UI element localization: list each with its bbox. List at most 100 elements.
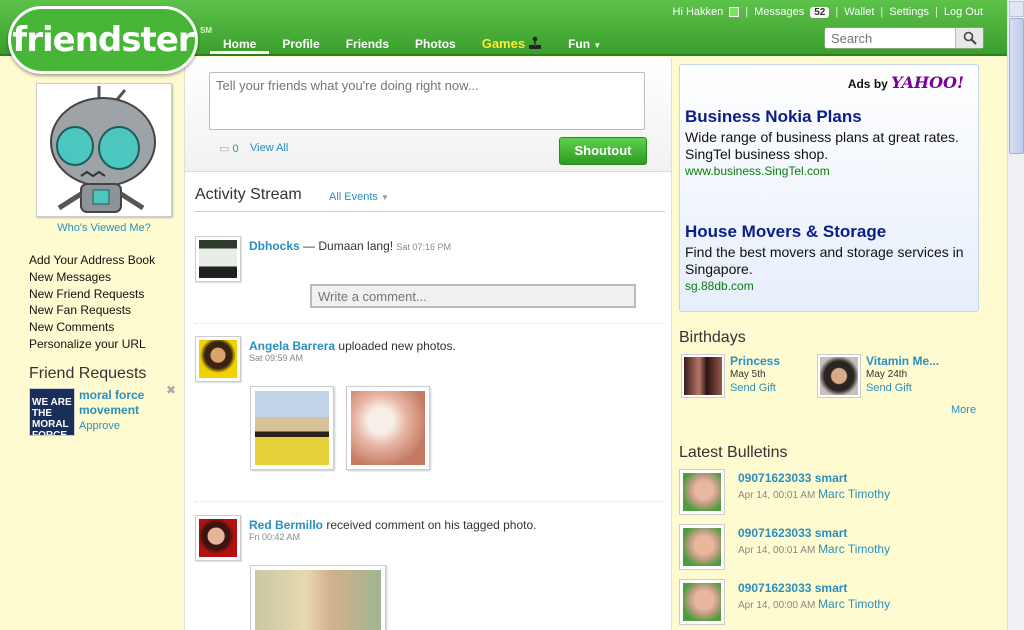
search-button[interactable]	[955, 28, 983, 48]
logo-service-mark: SM	[200, 26, 212, 35]
bulletin-title-link[interactable]: 09071623033 smart	[738, 471, 847, 485]
activity-stream-title: Activity Stream	[195, 186, 302, 203]
ad-description: Find the best movers and storage service…	[685, 244, 964, 277]
logout-link[interactable]: Log Out	[944, 6, 983, 18]
messages-link[interactable]: Messages	[754, 6, 804, 18]
menu-add-address-book[interactable]: Add Your Address Book	[29, 252, 155, 269]
shoutout-button[interactable]: Shoutout	[559, 137, 647, 165]
friendster-logo[interactable]: friendster	[8, 6, 198, 74]
nav-fun[interactable]: Fun ▼	[555, 36, 614, 54]
bulletin-meta: Apr 14, 00:01 AM Marc Timothy	[738, 542, 890, 556]
friend-request-name[interactable]: moral force movement	[79, 388, 159, 418]
bulletin-date: Apr 14, 00:00 AM	[738, 600, 816, 611]
main-nav: Home Profile Friends Photos Games Fun ▼	[210, 36, 614, 54]
ad-title[interactable]: House Movers & Storage	[685, 222, 886, 242]
divider	[195, 323, 665, 324]
menu-new-fan-requests[interactable]: New Fan Requests	[29, 302, 155, 319]
bulletin-item: 09071623033 smart Apr 14, 00:01 AM Marc …	[679, 524, 979, 572]
close-icon[interactable]: ✖	[166, 383, 176, 397]
greeting[interactable]: Hi Hakken	[673, 6, 724, 18]
birthday-date: May 24th	[866, 369, 908, 380]
activity-photo[interactable]	[346, 386, 430, 470]
right-sidebar: Ads by YAHOO! Business Nokia Plans Wide …	[673, 58, 984, 630]
send-gift-link[interactable]: Send Gift	[730, 382, 776, 394]
bulletin-date: Apr 14, 00:01 AM	[738, 490, 816, 501]
search-icon	[963, 31, 977, 45]
whos-viewed-me-link[interactable]: Who's Viewed Me?	[24, 222, 184, 234]
activity-user-link[interactable]: Dbhocks	[249, 239, 300, 253]
activity-time: Sat 07:16 PM	[396, 242, 451, 252]
activity-avatar[interactable]	[195, 336, 241, 382]
approve-button[interactable]: Approve	[79, 420, 120, 432]
yahoo-logo: YAHOO!	[891, 73, 964, 92]
nav-games[interactable]: Games	[469, 36, 555, 54]
profile-avatar[interactable]	[36, 83, 172, 217]
sponsored-ads: Ads by YAHOO! Business Nokia Plans Wide …	[679, 64, 979, 312]
bulletin-avatar[interactable]	[679, 579, 725, 625]
search-input[interactable]	[825, 28, 953, 48]
activity-avatar[interactable]	[195, 515, 241, 561]
bulletin-avatar[interactable]	[679, 524, 725, 570]
scroll-up-button[interactable]	[1009, 1, 1024, 17]
activity-text: Red Bermillo received comment on his tag…	[249, 518, 537, 532]
latest-bulletins-title: Latest Bulletins	[679, 444, 788, 461]
birthday-avatar[interactable]	[817, 354, 861, 398]
left-menu: Add Your Address Book New Messages New F…	[29, 252, 155, 353]
birthday-avatar[interactable]	[681, 354, 725, 398]
bulletin-author-link[interactable]: Marc Timothy	[818, 542, 890, 556]
nav-profile[interactable]: Profile	[269, 36, 332, 54]
birthday-date: May 5th	[730, 369, 766, 380]
nav-friends[interactable]: Friends	[333, 36, 402, 54]
bulletin-author-link[interactable]: Marc Timothy	[818, 487, 890, 501]
status-composer: ▭ 0 View All Shoutout	[185, 58, 671, 172]
nav-photos[interactable]: Photos	[402, 36, 469, 54]
wallet-link[interactable]: Wallet	[844, 6, 874, 18]
ad-url[interactable]: sg.88db.com	[685, 279, 754, 293]
comment-count-value: 0	[232, 143, 239, 155]
status-input[interactable]	[209, 72, 645, 130]
left-sidebar: Who's Viewed Me? Add Your Address Book N…	[24, 58, 184, 630]
activity-photo[interactable]	[250, 386, 334, 470]
bulletin-title-link[interactable]: 09071623033 smart	[738, 526, 847, 540]
page-scrollbar[interactable]	[1007, 0, 1024, 630]
menu-new-friend-requests[interactable]: New Friend Requests	[29, 286, 155, 303]
birthday-name-link[interactable]: Vitamin Me...	[866, 354, 939, 368]
menu-new-comments[interactable]: New Comments	[29, 319, 155, 336]
nav-home[interactable]: Home	[210, 36, 270, 54]
birthday-name-link[interactable]: Princess	[730, 354, 780, 368]
dropdown-arrow-icon: ▼	[380, 193, 389, 202]
scroll-thumb[interactable]	[1009, 18, 1024, 154]
send-gift-link[interactable]: Send Gift	[866, 382, 912, 394]
friend-request-thumbnail[interactable]: WE ARE THE MORAL FORCE	[29, 388, 75, 436]
settings-link[interactable]: Settings	[889, 6, 929, 18]
birthdays-title: Birthdays	[679, 329, 746, 346]
ads-by-label[interactable]: Ads by YAHOO!	[848, 73, 964, 92]
ad-url[interactable]: www.business.SingTel.com	[685, 164, 830, 178]
online-status-icon	[729, 7, 740, 17]
write-comment-input[interactable]	[310, 284, 636, 308]
activity-photo[interactable]	[250, 565, 386, 630]
activity-message: uploaded new photos.	[338, 339, 456, 353]
activity-text: Angela Barrera uploaded new photos.	[249, 339, 456, 353]
birthdays-more-link[interactable]: More	[951, 404, 976, 416]
view-all-link[interactable]: View All	[250, 142, 288, 154]
divider	[195, 501, 665, 502]
bulletin-meta: Apr 14, 00:01 AM Marc Timothy	[738, 487, 890, 501]
bulletin-avatar[interactable]	[679, 469, 725, 515]
messages-count-badge: 52	[810, 6, 830, 18]
ad-description: Wide range of business plans at great ra…	[685, 129, 959, 162]
comment-count[interactable]: ▭ 0	[219, 142, 239, 155]
joystick-icon	[529, 36, 542, 49]
search-box	[824, 27, 984, 49]
ad-title[interactable]: Business Nokia Plans	[685, 107, 862, 127]
menu-new-messages[interactable]: New Messages	[29, 269, 155, 286]
friend-request-item: WE ARE THE MORAL FORCE moral force movem…	[29, 383, 179, 438]
activity-user-link[interactable]: Red Bermillo	[249, 518, 323, 532]
activity-user-link[interactable]: Angela Barrera	[249, 339, 335, 353]
dropdown-arrow-icon: ▼	[593, 41, 602, 50]
all-events-dropdown[interactable]: All Events ▼	[329, 191, 389, 203]
bulletin-title-link[interactable]: 09071623033 smart	[738, 581, 847, 595]
bulletin-author-link[interactable]: Marc Timothy	[818, 597, 890, 611]
activity-avatar[interactable]	[195, 236, 241, 282]
menu-personalize-url[interactable]: Personalize your URL	[29, 336, 155, 353]
